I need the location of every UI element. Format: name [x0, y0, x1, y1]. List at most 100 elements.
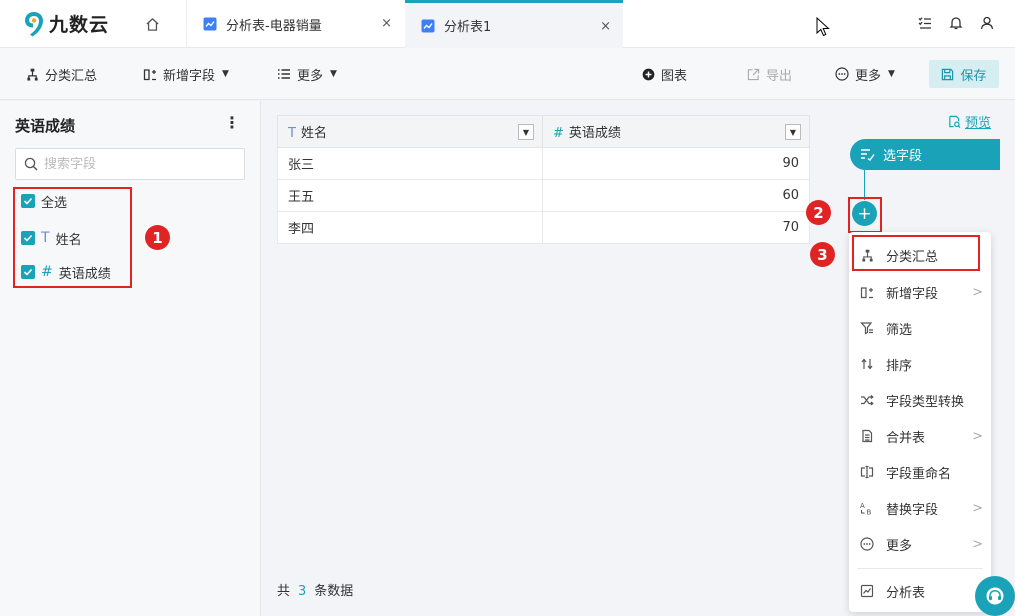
save-button[interactable]: 保存	[929, 60, 999, 88]
column-dropdown-icon[interactable]: ▼	[785, 124, 801, 140]
add-field-icon	[860, 287, 873, 299]
more-right-button[interactable]: 更多 ▼	[835, 48, 895, 100]
rename-icon	[860, 465, 874, 479]
menu-item-label: 合并表	[886, 430, 926, 446]
column-dropdown-icon[interactable]: ▼	[518, 124, 534, 140]
table-row: 王五 60	[277, 179, 810, 212]
menu-item-add-field[interactable]: 新增字段 >	[859, 279, 983, 305]
more-circle-icon	[860, 537, 874, 551]
home-icon	[145, 17, 159, 31]
chevron-right-icon: >	[972, 284, 983, 300]
menu-item-more[interactable]: 更多 >	[859, 531, 983, 557]
preview-label: 预览	[965, 116, 992, 131]
field-select-all[interactable]: 全选	[21, 191, 67, 211]
checkbox-checked[interactable]	[21, 194, 35, 208]
check-icon	[23, 268, 33, 276]
add-step-button[interactable]: +	[852, 201, 877, 226]
group-summary-button[interactable]: 分类汇总	[26, 48, 97, 100]
field-label: 全选	[41, 195, 68, 211]
chat-support-button[interactable]	[975, 576, 1015, 616]
panel-more-icon[interactable]: ⋮	[224, 113, 240, 132]
caret-down-icon: ▼	[222, 69, 229, 79]
field-english-score[interactable]: # 英语成绩	[21, 262, 111, 282]
export-button[interactable]: 导出	[747, 48, 792, 100]
menu-item-label: 字段类型转换	[886, 394, 965, 410]
mouse-cursor-icon	[816, 17, 830, 37]
add-step-menu: 分类汇总 新增字段 > 筛选 排序 字段类型转换 合并表 > 字段重命名 AB …	[849, 232, 991, 612]
svg-text:A: A	[860, 502, 865, 510]
save-label: 保存	[960, 68, 987, 84]
search-input[interactable]	[44, 156, 234, 172]
tab-close-button[interactable]: ×	[600, 19, 611, 34]
table-cell: 70	[542, 211, 810, 244]
field-search	[15, 148, 245, 180]
menu-item-filter[interactable]: 筛选	[859, 315, 983, 341]
menu-item-group-summary[interactable]: 分类汇总	[859, 242, 983, 268]
menu-item-label: 排序	[886, 358, 913, 374]
task-list-icon[interactable]	[917, 15, 933, 31]
more-label: 更多	[297, 68, 324, 84]
menu-item-sort[interactable]: 排序	[859, 351, 983, 377]
search-icon	[24, 157, 38, 171]
tab-close-button[interactable]: ×	[381, 16, 392, 31]
plus-circle-icon	[642, 68, 655, 80]
row-count-number: 3	[298, 584, 307, 599]
checkbox-checked[interactable]	[21, 265, 35, 279]
tab-label: 分析表-电器销量	[226, 18, 322, 34]
column-header-name[interactable]: T 姓名 ▼	[277, 115, 543, 148]
table-cell: 张三	[277, 147, 543, 180]
annotation-badge-2: 2	[806, 200, 831, 225]
home-button[interactable]	[128, 0, 176, 48]
annotation-badge-1: 1	[145, 225, 170, 250]
dataset-title: 英语成绩	[15, 117, 76, 135]
tab-analysis-1[interactable]: 分析表1 ×	[405, 0, 623, 48]
table-row: 张三 90	[277, 147, 810, 180]
checkbox-checked[interactable]	[21, 231, 35, 245]
tab-label: 分析表1	[444, 20, 492, 35]
menu-item-type-convert[interactable]: 字段类型转换	[859, 387, 983, 413]
add-field-button[interactable]: 新增字段 ▼	[143, 48, 229, 100]
shuffle-icon	[861, 395, 874, 406]
filter-icon	[860, 322, 873, 335]
field-name[interactable]: T 姓名	[21, 228, 82, 248]
step-select-fields[interactable]: 选字段	[850, 139, 1000, 170]
row-count: 共 3 条数据	[277, 580, 353, 599]
menu-item-label: 字段重命名	[886, 466, 952, 482]
menu-item-label: 更多	[886, 538, 913, 554]
more-menu-button[interactable]: 更多 ▼	[277, 48, 337, 100]
chart-line-icon	[203, 17, 217, 31]
text-type-icon: T	[288, 126, 296, 141]
menu-item-replace-field[interactable]: AB 替换字段 >	[859, 495, 983, 521]
tab-sales-analysis[interactable]: 分析表-电器销量 ×	[186, 0, 404, 48]
more-circle-icon	[835, 67, 849, 81]
preview-icon	[949, 115, 961, 128]
sort-icon	[861, 358, 873, 370]
add-field-label: 新增字段	[163, 68, 216, 84]
bell-icon[interactable]	[948, 15, 964, 31]
field-panel: 英语成绩 ⋮ 全选 T 姓名 # 英语成绩 1	[0, 101, 261, 616]
menu-item-label: 替换字段	[886, 502, 939, 518]
menu-item-label: 分析表	[886, 585, 926, 601]
select-fields-icon	[861, 149, 875, 161]
flow-connector	[864, 170, 865, 200]
menu-item-analysis-table[interactable]: 分析表	[859, 578, 983, 604]
chart-button[interactable]: 图表	[642, 48, 687, 100]
data-preview-area: T 姓名 ▼ # 英语成绩 ▼ 张三 90 王五 60 李四 70 共 3 条数…	[262, 101, 835, 616]
top-right-icons	[917, 15, 995, 31]
menu-item-merge-table[interactable]: 合并表 >	[859, 423, 983, 449]
menu-item-label: 分类汇总	[886, 249, 939, 265]
column-header-label: 英语成绩	[568, 126, 621, 141]
logo[interactable]: 九数云	[24, 10, 109, 37]
hierarchy-icon	[861, 249, 873, 262]
chevron-right-icon: >	[972, 428, 983, 444]
text-type-icon: T	[41, 230, 50, 246]
replace-icon: AB	[860, 502, 872, 515]
field-label: 英语成绩	[58, 266, 111, 282]
preview-link[interactable]: 预览	[948, 112, 991, 131]
caret-down-icon: ▼	[330, 69, 337, 79]
menu-item-label: 新增字段	[886, 286, 939, 302]
menu-item-rename-field[interactable]: 字段重命名	[859, 459, 983, 485]
menu-divider	[857, 568, 983, 569]
user-icon[interactable]	[979, 15, 995, 31]
column-header-english-score[interactable]: # 英语成绩 ▼	[542, 115, 810, 148]
